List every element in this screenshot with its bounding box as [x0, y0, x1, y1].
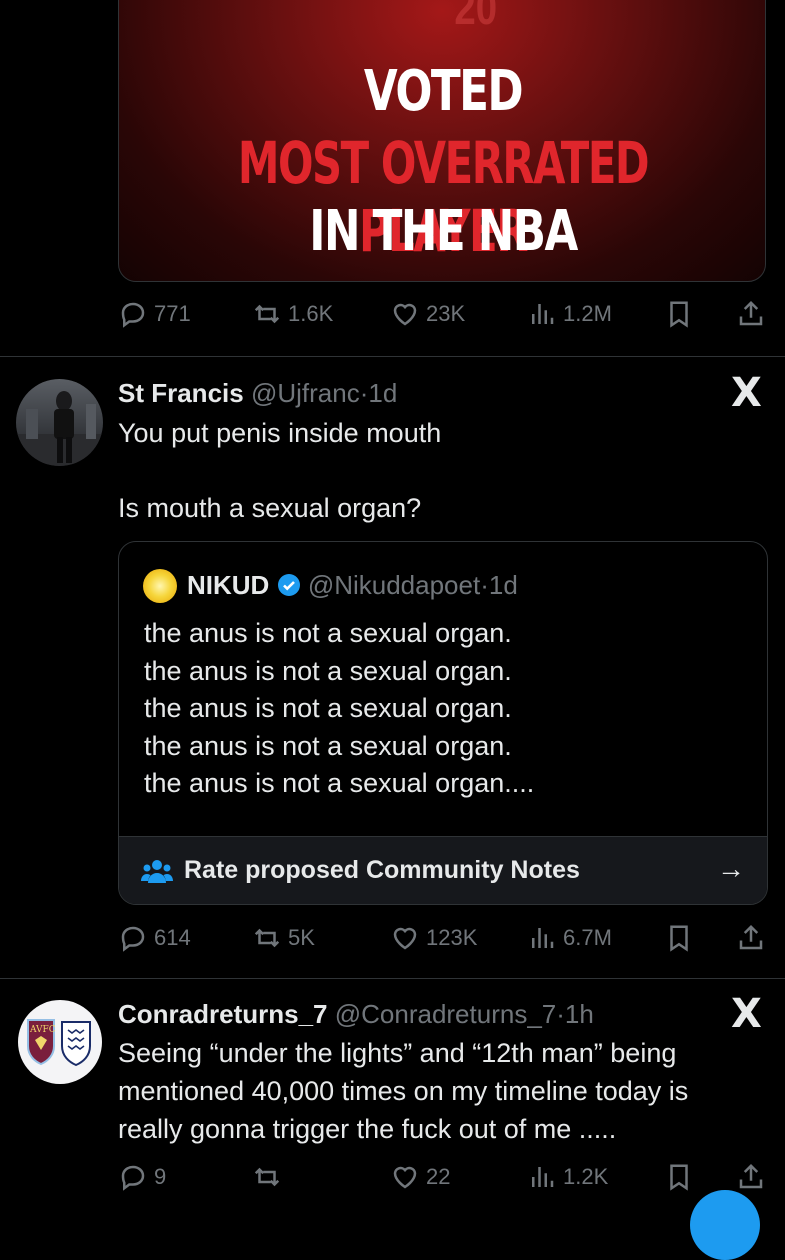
bookmark-icon: [670, 1164, 688, 1191]
bookmark-button[interactable]: [664, 923, 694, 953]
views-button[interactable]: 1.2K: [527, 1162, 608, 1192]
quoted-display-name[interactable]: NIKUD: [187, 570, 269, 600]
tweet-action-bar: 771 1.6K 23K 1.2M: [0, 296, 785, 336]
heart-icon: [393, 303, 417, 326]
x-logo-icon: X: [731, 991, 762, 1037]
retweet-icon: [254, 304, 280, 324]
retweet-icon: [254, 928, 280, 948]
retweet-count: 1.6K: [288, 301, 334, 326]
media-text-line-1: VOTED: [363, 59, 524, 124]
person-photo-icon: [16, 391, 103, 466]
quoted-text-line: the anus is not a sexual organ.: [144, 693, 512, 723]
handle[interactable]: @Ujfranc: [251, 378, 360, 408]
tweet-header: Conradreturns_7 @Conradreturns_7·1h: [118, 999, 594, 1030]
bookmark-button[interactable]: [664, 299, 694, 329]
retweet-button[interactable]: [252, 1162, 282, 1192]
reply-button[interactable]: 771: [118, 299, 191, 329]
quoted-text-line: the anus is not a sexual organ.: [144, 730, 512, 761]
quoted-separator: ·: [480, 570, 489, 600]
views-button[interactable]: 1.2M: [527, 299, 612, 329]
tweet-text: Seeing “under the lights” and “12th man”…: [118, 1034, 688, 1148]
quoted-avatar[interactable]: [143, 569, 177, 603]
club-crest-icon: AVFC: [27, 1019, 91, 1067]
views-count: 6.7M: [563, 925, 612, 950]
quoted-header: NIKUD @Nikuddapoet·1d: [187, 570, 518, 604]
like-button[interactable]: 123K: [390, 923, 477, 953]
views-button[interactable]: 6.7M: [527, 923, 612, 953]
reply-icon: [121, 1165, 145, 1191]
reply-count: 614: [154, 925, 191, 950]
reply-button[interactable]: 614: [118, 923, 191, 953]
tweet-text-line: Seeing “under the lights” and “12th man”…: [118, 1038, 677, 1068]
tweet-text-line: mentioned 40,000 times on my timeline to…: [118, 1076, 689, 1106]
x-logo-icon: X: [731, 370, 762, 416]
tweet-text-line-1: You put penis inside mouth: [118, 418, 442, 448]
share-icon: [739, 1163, 763, 1189]
retweet-button[interactable]: 5K: [252, 923, 315, 953]
heart-icon: [393, 1166, 417, 1189]
timestamp[interactable]: 1h: [565, 999, 594, 1029]
bookmark-button[interactable]: [664, 1162, 694, 1192]
tweet-media-image[interactable]: 20 VOTED MOST OVERRATED PLAYER IN THE NB…: [118, 0, 766, 282]
handle[interactable]: @Conradreturns_7: [335, 999, 557, 1029]
heart-icon: [393, 927, 417, 950]
people-icon: [141, 857, 173, 890]
reply-icon: [121, 302, 145, 328]
avatar[interactable]: [16, 379, 103, 466]
tweet-action-bar: 9 22 1.2K: [0, 1159, 785, 1199]
reply-button[interactable]: 9: [118, 1162, 166, 1192]
quoted-timestamp[interactable]: 1d: [489, 570, 518, 600]
tweet-header: St Francis @Ujfranc·1d: [118, 378, 397, 409]
community-notes-bar[interactable]: Rate proposed Community Notes →: [119, 836, 767, 904]
retweet-count: 5K: [288, 925, 315, 950]
share-icon: [739, 924, 763, 950]
reply-count: 9: [154, 1164, 167, 1189]
retweet-icon: [254, 1167, 280, 1187]
views-icon: [532, 928, 554, 948]
reply-icon: [121, 926, 145, 952]
bookmark-icon: [670, 301, 688, 328]
compose-fab[interactable]: [690, 1190, 760, 1260]
media-jersey-number: 20: [454, 0, 498, 35]
like-count: 23K: [426, 301, 466, 326]
community-notes-label: Rate proposed Community Notes: [184, 856, 580, 884]
display-name[interactable]: St Francis: [118, 378, 244, 408]
bookmark-icon: [670, 925, 688, 952]
timestamp[interactable]: 1d: [368, 378, 397, 408]
views-count: 1.2M: [563, 301, 612, 326]
quoted-text: the anus is not a sexual organ. the anus…: [144, 615, 534, 803]
separator: ·: [556, 999, 565, 1029]
arrow-right-icon: →: [717, 853, 745, 884]
like-button[interactable]: 23K: [390, 299, 465, 329]
tweet-text-line: really gonna trigger the fuck out of me …: [118, 1114, 617, 1144]
crest-label: AVFC: [29, 1025, 56, 1035]
quoted-tweet[interactable]: NIKUD @Nikuddapoet·1d the anus is not a …: [118, 541, 768, 905]
media-text-line-3: IN THE NBA: [309, 199, 578, 264]
views-icon: [532, 304, 554, 324]
tweet-text-line-2: Is mouth a sexual organ?: [118, 493, 422, 523]
views-icon: [532, 1167, 554, 1187]
quoted-handle[interactable]: @Nikuddapoet: [308, 570, 480, 600]
quoted-text-line: the anus is not a sexual organ.: [144, 618, 512, 648]
retweet-button[interactable]: 1.6K: [252, 299, 333, 329]
tweet-divider: [0, 978, 785, 979]
share-button[interactable]: [736, 299, 766, 329]
quoted-text-line: the anus is not a sexual organ....: [144, 768, 535, 798]
share-icon: [739, 300, 763, 326]
verified-badge-icon: [277, 573, 301, 604]
tweet-action-bar: 614 5K 123K 6.7M: [0, 920, 785, 960]
avatar[interactable]: AVFC: [18, 1000, 102, 1084]
share-button[interactable]: [736, 1162, 766, 1192]
quoted-text-line: the anus is not a sexual organ.: [144, 655, 512, 686]
share-button[interactable]: [736, 923, 766, 953]
display-name[interactable]: Conradreturns_7: [118, 999, 328, 1029]
like-count: 123K: [426, 925, 478, 950]
like-button[interactable]: 22: [390, 1162, 450, 1192]
views-count: 1.2K: [563, 1164, 609, 1189]
tweet-divider: [0, 356, 785, 357]
like-count: 22: [426, 1164, 451, 1189]
reply-count: 771: [154, 301, 191, 326]
